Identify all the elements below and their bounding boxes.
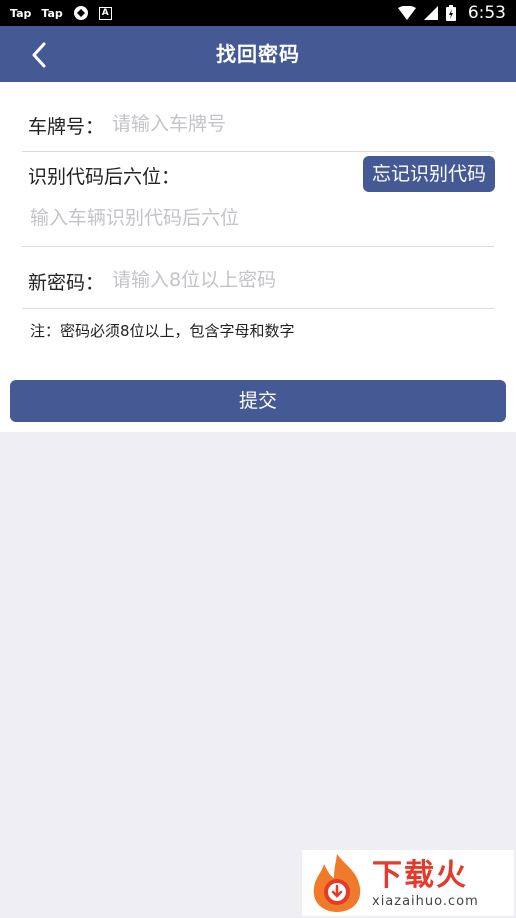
vin-label: 识别代码后六位： bbox=[28, 166, 181, 188]
watermark-domain: xiazaihuo.com bbox=[372, 893, 479, 909]
wifi-icon bbox=[397, 6, 416, 20]
status-right: 6:53 bbox=[397, 3, 506, 23]
tap-app-label-1: Tap bbox=[10, 6, 32, 20]
page-title: 找回密码 bbox=[216, 42, 300, 66]
recover-password-form: 车牌号： 识别代码后六位： 忘记识别代码 新密码： 注：密码必须8位以上，包含字… bbox=[0, 82, 516, 432]
new-password-input[interactable] bbox=[112, 262, 492, 298]
plate-number-input[interactable] bbox=[112, 106, 492, 142]
refresh-icon bbox=[73, 5, 89, 21]
submit-button[interactable]: 提交 bbox=[10, 380, 506, 422]
password-rule-note: 注：密码必须8位以上，包含字母和数字 bbox=[30, 322, 295, 340]
divider-1 bbox=[22, 151, 494, 152]
signal-icon bbox=[423, 6, 438, 20]
vin-last-six-input[interactable] bbox=[30, 200, 490, 236]
watermark: 下载火 xiazaihuo.com bbox=[302, 850, 514, 916]
plate-label: 车牌号： bbox=[28, 116, 105, 138]
watermark-text: 下载火 xiazaihuo.com bbox=[372, 858, 479, 909]
accessibility-a-icon: A bbox=[98, 6, 112, 20]
flame-download-logo-icon bbox=[313, 854, 361, 912]
new-password-label: 新密码： bbox=[28, 272, 105, 294]
divider-3 bbox=[22, 308, 494, 309]
status-left: Tap Tap A bbox=[10, 5, 112, 21]
status-bar: Tap Tap A 6:53 bbox=[0, 0, 516, 26]
forget-vin-button[interactable]: 忘记识别代码 bbox=[363, 156, 495, 192]
divider-2 bbox=[22, 246, 494, 247]
battery-charging-icon bbox=[445, 5, 456, 21]
status-time: 6:53 bbox=[467, 3, 506, 23]
app-header: 找回密码 bbox=[0, 26, 516, 82]
watermark-brand: 下载火 bbox=[372, 857, 468, 893]
tap-app-label-2: Tap bbox=[41, 6, 63, 20]
